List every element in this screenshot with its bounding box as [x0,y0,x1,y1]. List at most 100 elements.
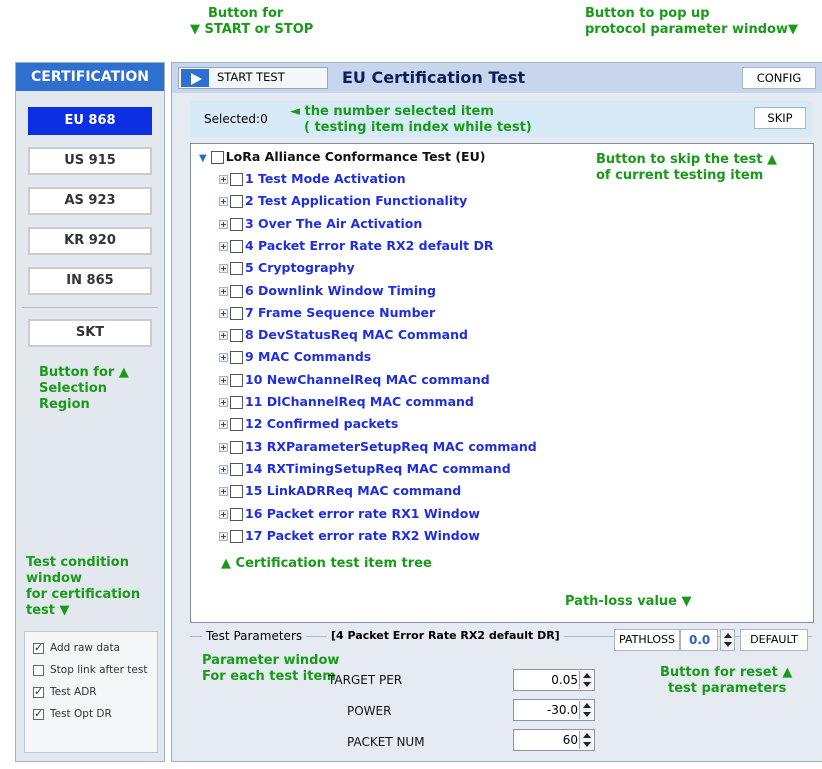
expand-plus-icon[interactable] [219,197,228,207]
pathloss-field[interactable]: 0.0 [680,629,718,651]
condition-test-opt-dr[interactable]: Test Opt DR [33,707,112,724]
condition-stop-link[interactable]: Stop link after test [33,664,147,680]
annotation-cond-line3: for certification [26,587,141,602]
default-button[interactable]: DEFAULT [740,629,808,651]
annotation-config-line2: protocol parameter window▼ [585,22,798,37]
play-triangle [191,73,202,85]
param-input-packet-num[interactable]: 60 [513,729,595,751]
tree-item[interactable]: 14 RXTimingSetupReq MAC command [219,460,511,478]
expand-plus-icon[interactable] [219,286,228,296]
region-button-eu868[interactable]: EU 868 [28,107,152,135]
condition-add-raw-data[interactable]: Add raw data [33,641,120,658]
tree-item-checkbox[interactable] [230,462,243,476]
tree-item-checkbox[interactable] [230,195,243,209]
region-button-as923[interactable]: AS 923 [28,187,152,215]
tree-item[interactable]: 2 Test Application Functionality [219,192,467,210]
expand-plus-icon[interactable] [219,487,228,497]
expand-plus-icon[interactable] [219,420,228,430]
tree-item[interactable]: 17 Packet error rate RX2 Window [219,527,480,545]
expand-plus-icon[interactable] [219,308,228,318]
expand-plus-icon[interactable] [219,353,228,363]
tree-item[interactable]: 6 Downlink Window Timing [219,282,436,300]
param-input-power[interactable]: -30.0 [513,699,595,721]
tree-item-checkbox[interactable] [230,396,243,409]
skip-button[interactable]: SKIP [754,107,806,129]
spinner-arrows-icon[interactable] [579,671,593,689]
tree-item-checkbox[interactable] [230,351,243,365]
tree-item-label: 2 Test Application Functionality [245,193,468,209]
tree-item-checkbox[interactable] [230,306,243,320]
pathloss-spinner[interactable] [720,629,735,651]
tree-item-checkbox[interactable] [230,418,243,432]
checkbox-add-raw-data[interactable] [33,641,44,654]
annotation-region-line3: Region [39,397,90,412]
tree-item[interactable]: 4 Packet Error Rate RX2 default DR [219,237,493,255]
spinner-arrows-icon[interactable] [579,731,593,749]
annotation-param-line2: For each test item [202,669,336,684]
annotation-skip-line2: of current testing item [596,168,764,183]
param-input-target-per[interactable]: 0.05 [513,669,595,691]
expand-plus-icon[interactable] [219,219,228,229]
checkbox-test-opt-dr[interactable] [33,707,44,720]
collapse-arrow-icon[interactable]: ▼ [199,153,207,164]
param-label-packet-num: PACKET NUM [347,735,425,749]
annotation-skip: Button to skip the test ▲ of current tes… [596,152,777,184]
tree-item-checkbox[interactable] [230,329,243,343]
tree-item-checkbox[interactable] [230,284,243,298]
expand-plus-icon[interactable] [219,509,228,519]
tree-item[interactable]: 10 NewChannelReq MAC command [219,371,490,389]
start-test-button[interactable]: START TEST [178,67,328,89]
tree-item[interactable]: 5 Cryptography [219,259,355,277]
expand-plus-icon[interactable] [219,175,228,184]
region-button-skt[interactable]: SKT [28,319,152,347]
test-parameters: Test Parameters [4 Packet Error Rate RX2… [190,629,812,757]
annotation-config-line1: Button to pop up [585,6,710,21]
tree-item-label: 12 Confirmed packets [245,416,399,432]
expand-plus-icon[interactable] [219,375,228,385]
condition-test-adr[interactable]: Test ADR [33,685,97,702]
checkbox-stop-link[interactable] [33,664,44,676]
page-title: EU Certification Test [342,68,526,87]
test-item-tree: ▼ LoRa Alliance Conformance Test (EU) 1 T… [190,143,814,623]
annotation-selected-line1: ◄ the number selected item [290,104,494,119]
tree-item-checkbox[interactable] [230,440,243,454]
tree-item-checkbox[interactable] [230,217,243,231]
tree-item-checkbox[interactable] [230,485,243,499]
tree-item[interactable]: 8 DevStatusReq MAC Command [219,326,468,344]
region-button-in865[interactable]: IN 865 [28,267,152,295]
tree-item[interactable]: 13 RXParameterSetupReq MAC command [219,438,537,456]
expand-plus-icon[interactable] [219,241,228,251]
annotation-region-line2: Selection [39,381,108,396]
tree-root[interactable]: ▼ LoRa Alliance Conformance Test (EU) [199,148,485,166]
expand-plus-icon[interactable] [219,442,228,452]
tree-item-checkbox[interactable] [230,239,243,253]
tree-item-checkbox[interactable] [230,373,243,387]
expand-plus-icon[interactable] [219,464,228,474]
region-button-us915[interactable]: US 915 [28,147,152,175]
annotation-selected: ◄ the number selected item ( testing ite… [290,104,532,136]
tree-root-checkbox[interactable] [210,151,224,164]
tree-item-checkbox[interactable] [230,529,243,543]
tree-item[interactable]: 3 Over The Air Activation [219,215,422,233]
expand-plus-icon[interactable] [219,264,228,274]
tree-item[interactable]: 1 Test Mode Activation [219,170,406,188]
config-button[interactable]: CONFIG [742,67,816,89]
tree-item[interactable]: 11 DlChannelReq MAC command [219,393,474,411]
expand-plus-icon[interactable] [219,531,228,541]
expand-plus-icon[interactable] [219,331,228,341]
tree-item-checkbox[interactable] [230,173,243,186]
annotation-cond-line4: test ▼ [26,603,70,618]
expand-plus-icon[interactable] [219,398,228,407]
tree-item[interactable]: 16 Packet error rate RX1 Window [219,505,480,523]
start-test-label: START TEST [217,70,285,84]
tree-item[interactable]: 12 Confirmed packets [219,415,398,433]
region-button-kr920[interactable]: KR 920 [28,227,152,255]
spinner-arrows-icon [721,631,734,649]
tree-item[interactable]: 7 Frame Sequence Number [219,304,435,322]
spinner-arrows-icon[interactable] [579,701,593,719]
checkbox-test-adr[interactable] [33,685,44,698]
tree-item-checkbox[interactable] [230,262,243,276]
tree-item-checkbox[interactable] [230,507,243,521]
tree-item[interactable]: 9 MAC Commands [219,348,371,366]
tree-item[interactable]: 15 LinkADRReq MAC command [219,482,461,500]
